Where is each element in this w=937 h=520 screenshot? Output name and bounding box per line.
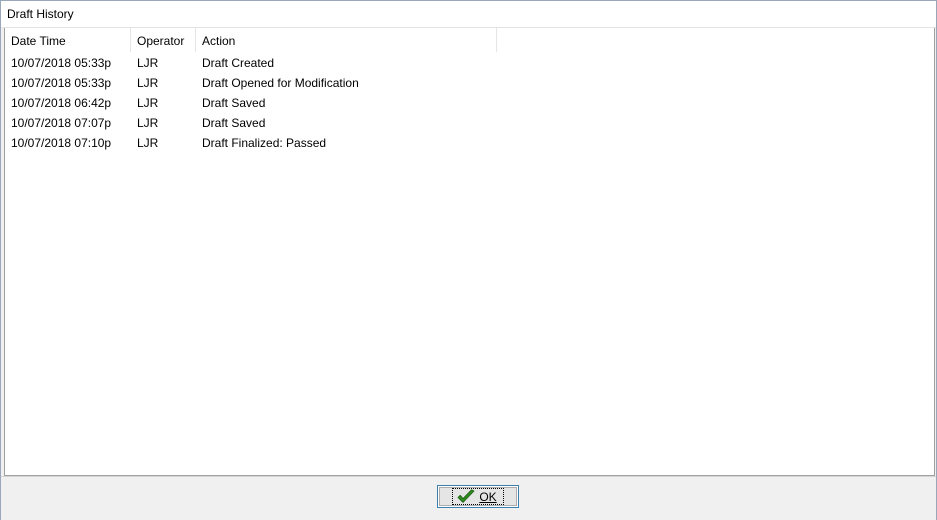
table-row[interactable]: 10/07/2018 05:33p LJR Draft Opened for M… — [5, 73, 497, 93]
cell-date-time: 10/07/2018 07:10p — [11, 136, 112, 150]
cell-operator: LJR — [137, 96, 159, 110]
cell-date-time: 10/07/2018 05:33p — [11, 56, 112, 70]
cell-action: Draft Opened for Modification — [202, 76, 359, 90]
list-rows: 10/07/2018 05:33p LJR Draft Created 10/0… — [5, 53, 497, 153]
table-row[interactable]: 10/07/2018 05:33p LJR Draft Created — [5, 53, 497, 73]
column-header-action[interactable]: Action — [196, 28, 497, 52]
dialog-footer: OK — [1, 476, 936, 520]
cell-date-time: 10/07/2018 06:42p — [11, 96, 112, 110]
cell-action: Draft Created — [202, 56, 275, 70]
cell-action: Draft Saved — [202, 96, 266, 110]
table-row[interactable]: 10/07/2018 07:07p LJR Draft Saved — [5, 113, 497, 133]
green-checkmark-icon — [456, 488, 476, 505]
table-row[interactable]: 10/07/2018 06:42p LJR Draft Saved — [5, 93, 497, 113]
ok-button[interactable]: OK — [437, 485, 519, 508]
column-header-date-time[interactable]: Date Time — [5, 28, 131, 52]
window-title: Draft History — [7, 7, 74, 21]
cell-date-time: 10/07/2018 05:33p — [11, 76, 112, 90]
list-header: Date Time Operator Action — [5, 28, 497, 52]
cell-action: Draft Saved — [202, 116, 266, 130]
ok-button-focus-rect: OK — [452, 488, 504, 505]
cell-action: Draft Finalized: Passed — [202, 136, 327, 150]
cell-date-time: 10/07/2018 07:07p — [11, 116, 112, 130]
draft-history-dialog: Draft History Date Time Operator Action … — [0, 0, 937, 520]
column-header-operator[interactable]: Operator — [131, 28, 196, 52]
title-bar[interactable]: Draft History — [1, 1, 936, 28]
table-row[interactable]: 10/07/2018 07:10p LJR Draft Finalized: P… — [5, 133, 497, 153]
ok-button-label: OK — [479, 489, 497, 504]
cell-operator: LJR — [137, 136, 159, 150]
cell-operator: LJR — [137, 76, 159, 90]
cell-operator: LJR — [137, 56, 159, 70]
cell-operator: LJR — [137, 116, 159, 130]
history-list[interactable]: Date Time Operator Action 10/07/2018 05:… — [4, 28, 935, 476]
